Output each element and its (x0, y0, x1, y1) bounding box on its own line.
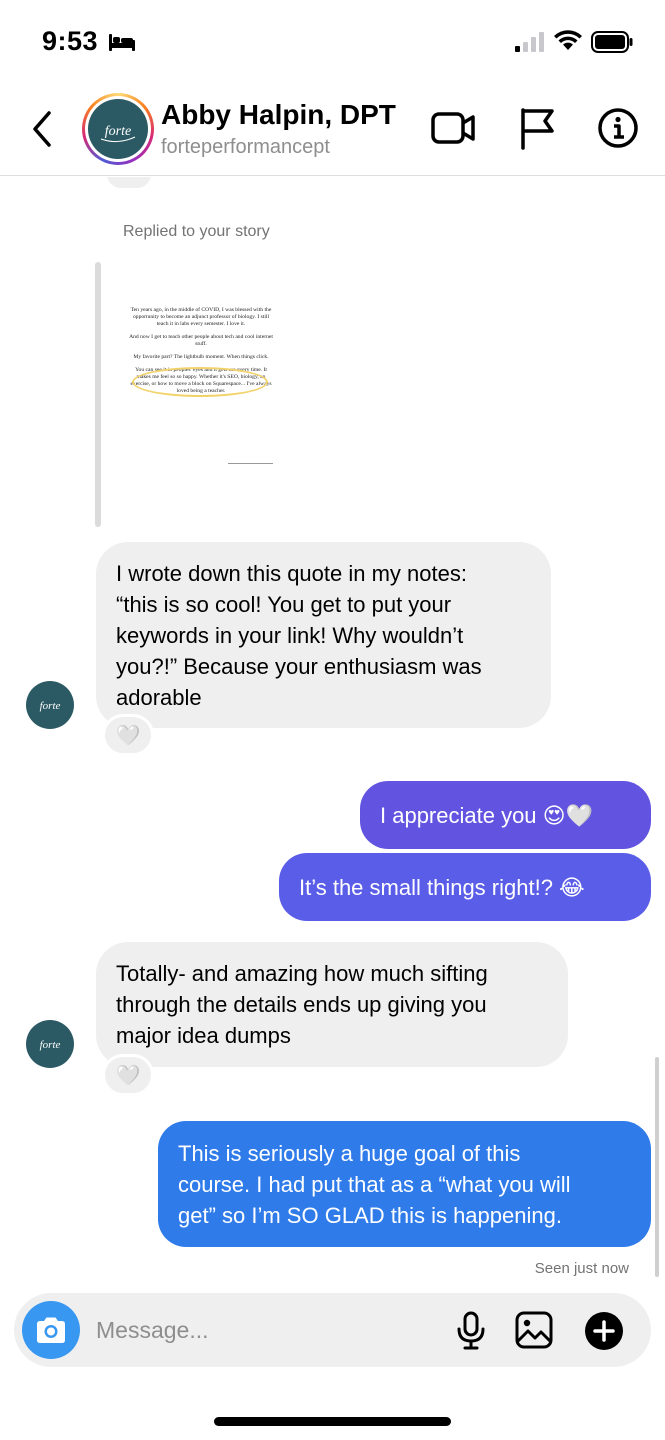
home-indicator[interactable] (214, 1417, 451, 1426)
camera-icon (37, 1317, 65, 1343)
story-highlight-circle (132, 367, 268, 397)
info-button[interactable] (596, 106, 640, 155)
message-thread[interactable]: Replied to your story Ten years ago, in … (0, 177, 665, 1292)
image-icon (515, 1311, 553, 1349)
status-time: 9:53 (42, 26, 99, 56)
message-text: Totally- and amazing how much sifting th… (116, 961, 488, 1048)
camera-button[interactable] (22, 1301, 80, 1359)
message-text: It’s the small things right!? 😂 (299, 874, 585, 900)
scrollbar[interactable] (655, 1057, 659, 1277)
microphone-icon (457, 1311, 485, 1350)
gallery-button[interactable] (515, 1311, 553, 1354)
incoming-message[interactable]: I wrote down this quote in my notes: “th… (96, 542, 551, 728)
back-button[interactable] (22, 104, 62, 154)
reaction-badge[interactable]: 🤍 (102, 714, 154, 756)
story-text: Ten years ago, in the middle of COVID, I… (130, 307, 272, 327)
bed-icon (108, 32, 136, 57)
story-preview[interactable]: Ten years ago, in the middle of COVID, I… (128, 307, 274, 467)
voice-message-button[interactable] (455, 1311, 487, 1356)
contact-name[interactable]: Abby Halpin, DPT (161, 99, 396, 131)
plus-icon (585, 1312, 623, 1350)
battery-icon (591, 31, 633, 58)
outgoing-message[interactable]: This is seriously a huge goal of this co… (158, 1121, 651, 1247)
message-input[interactable] (96, 1311, 436, 1349)
report-button[interactable] (518, 106, 558, 155)
sender-avatar[interactable]: forte (26, 681, 74, 729)
message-text: I wrote down this quote in my notes: “th… (116, 560, 482, 710)
contact-avatar[interactable]: forte (82, 93, 154, 165)
info-icon (598, 108, 638, 148)
incoming-message[interactable]: Totally- and amazing how much sifting th… (96, 942, 568, 1067)
message-text: This is seriously a huge goal of this co… (178, 1140, 571, 1228)
svg-text:forte: forte (40, 1039, 61, 1051)
story-reply-bar (95, 262, 101, 527)
message-text: I appreciate you 😍🤍 (380, 802, 593, 828)
status-bar: 9:53 (0, 0, 665, 86)
contact-handle[interactable]: forteperformancept (161, 136, 330, 159)
heart-reaction-icon: 🤍 (115, 1064, 141, 1087)
video-call-button[interactable] (430, 108, 476, 153)
svg-text:forte: forte (105, 124, 131, 139)
conversation-header: forte Abby Halpin, DPT forteperformancep… (0, 86, 665, 176)
story-reply-label: Replied to your story (123, 223, 270, 240)
wifi-icon (553, 29, 583, 58)
message-composer (14, 1293, 651, 1367)
reaction-badge[interactable]: 🤍 (102, 1054, 154, 1096)
more-options-button[interactable] (584, 1311, 624, 1356)
outgoing-message[interactable]: It’s the small things right!? 😂 (279, 853, 651, 921)
seen-status: Seen just now (534, 1260, 629, 1277)
video-camera-icon (431, 112, 475, 144)
story-text: And now I get to teach other people abou… (129, 334, 273, 347)
signal-icon (514, 31, 546, 58)
svg-text:forte: forte (40, 700, 61, 712)
forte-logo: forte (88, 99, 148, 159)
sender-avatar[interactable]: forte (26, 1020, 74, 1068)
story-divider (228, 463, 273, 464)
flag-icon (521, 108, 554, 150)
outgoing-message[interactable]: I appreciate you 😍🤍 (360, 781, 651, 849)
heart-reaction-icon: 🤍 (115, 724, 141, 747)
reaction-badge[interactable] (104, 177, 154, 191)
story-text: My favorite part? The lightbulb moment. … (133, 354, 269, 360)
back-icon (33, 111, 51, 147)
